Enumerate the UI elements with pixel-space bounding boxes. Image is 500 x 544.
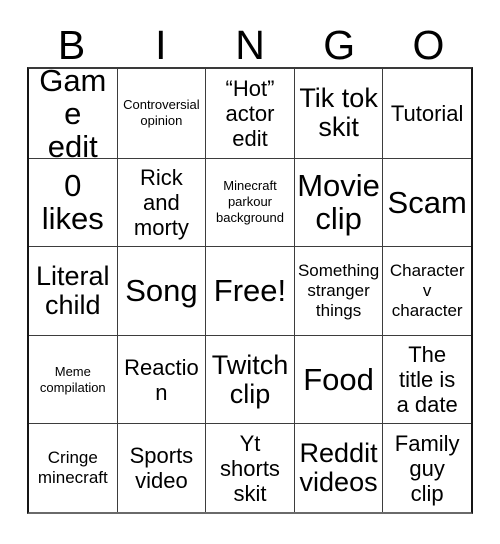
bingo-cell[interactable]: Song (116, 246, 206, 335)
bingo-cell-label: Sports video (129, 443, 194, 494)
bingo-cell-label: Song (125, 273, 198, 309)
bingo-cell[interactable]: Minecraft parkour background (205, 157, 294, 247)
bingo-cell-label: Free! (213, 273, 287, 309)
bingo-cell-label: Reaction (124, 354, 199, 405)
bingo-cell-label: 0 likes (41, 168, 104, 237)
bingo-cell-label: Family guy clip (394, 430, 460, 506)
header-letter-n: N (235, 22, 265, 68)
header-letter-g: G (323, 22, 356, 68)
bingo-cell-label: Minecraft parkour background (216, 178, 284, 226)
bingo-cell-label: Tutorial (390, 100, 464, 126)
bingo-cell-label: Tik tok skit (299, 83, 378, 143)
bingo-cell[interactable]: Sports video (116, 423, 206, 512)
bingo-row: Literal child Song Free! Something stran… (29, 246, 471, 335)
bingo-cell[interactable]: Movie clip (293, 157, 383, 247)
bingo-cell[interactable]: Cringe minecraft (29, 423, 117, 512)
bingo-cell[interactable]: Reddit videos (293, 423, 383, 512)
bingo-cell-label: Character v character (389, 260, 465, 320)
bingo-cell[interactable]: Yt shorts skit (205, 423, 294, 512)
bingo-cell[interactable]: Character v character (382, 246, 471, 335)
bingo-cell[interactable]: Scam (382, 157, 471, 247)
bingo-row: Game edit Controversial opinion “Hot” ac… (29, 69, 471, 158)
bingo-cell[interactable]: Something stranger things (293, 246, 383, 335)
bingo-cell[interactable]: Game edit (29, 69, 117, 158)
bingo-cell[interactable]: Tik tok skit (293, 69, 383, 158)
bingo-cell[interactable]: Food (293, 334, 383, 424)
bingo-row: 0 likes Rick and morty Minecraft parkour… (29, 157, 471, 247)
bingo-cell-label: Something stranger things (297, 260, 380, 320)
header-letter-o: O (412, 22, 445, 68)
bingo-cell[interactable]: Twitch clip (205, 334, 294, 424)
bingo-cell-label: Meme compilation (39, 363, 106, 395)
bingo-header-row: B I N G O (27, 10, 473, 67)
bingo-cell[interactable]: Rick and morty (116, 157, 206, 247)
bingo-cell-label: Reddit videos (299, 438, 378, 498)
bingo-cell-label: Yt shorts skit (220, 430, 280, 506)
bingo-cell-label: Cringe minecraft (37, 448, 108, 488)
bingo-cell[interactable]: “Hot” actor edit (205, 69, 294, 158)
bingo-cell[interactable]: Family guy clip (382, 423, 471, 512)
bingo-cell[interactable]: Reaction (116, 334, 206, 424)
bingo-cell-label: The title is a date (396, 342, 458, 418)
bingo-cell[interactable]: The title is a date (382, 334, 471, 424)
bingo-cell-label: Food (303, 362, 374, 398)
bingo-cell-label: Scam (387, 184, 467, 220)
bingo-row: Meme compilation Reaction Twitch clip Fo… (29, 334, 471, 424)
bingo-cell[interactable]: Controversial opinion (116, 69, 206, 158)
bingo-cell-label: “Hot” actor edit (225, 75, 275, 151)
bingo-cell-label: Literal child (36, 260, 110, 320)
bingo-cell-label: Movie clip (297, 168, 380, 237)
header-letter-b: B (57, 22, 86, 68)
bingo-cell[interactable]: Literal child (29, 246, 117, 335)
bingo-row: Cringe minecraft Sports video Yt shorts … (29, 423, 471, 512)
bingo-card: B I N G O Game edit Controversial opinio… (27, 10, 473, 514)
bingo-cell-label: Rick and morty (133, 164, 189, 240)
bingo-cell-label: Game edit (39, 69, 107, 158)
header-letter-i: I (155, 22, 167, 68)
bingo-cell-label: Controversial opinion (123, 97, 200, 129)
bingo-cell[interactable]: 0 likes (29, 157, 117, 247)
bingo-cell-label: Twitch clip (211, 349, 289, 409)
bingo-cell[interactable]: Tutorial (382, 69, 471, 158)
bingo-cell[interactable]: Meme compilation (29, 334, 117, 424)
bingo-cell-free[interactable]: Free! (205, 246, 294, 335)
bingo-grid: Game edit Controversial opinion “Hot” ac… (27, 67, 473, 514)
